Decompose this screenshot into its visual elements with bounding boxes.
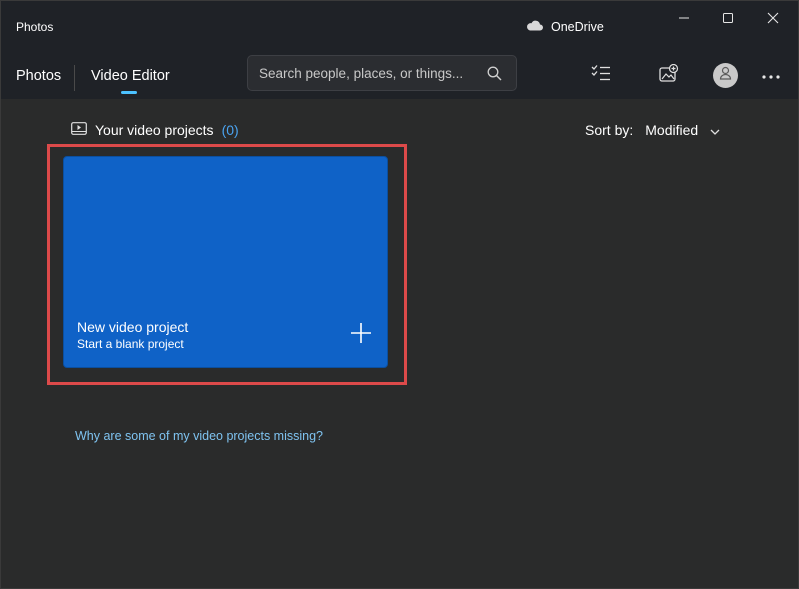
select-checklist-icon bbox=[591, 64, 611, 87]
app-title: Photos bbox=[16, 20, 54, 34]
account-icon bbox=[719, 66, 732, 85]
video-project-icon bbox=[71, 122, 87, 138]
title-bar: Photos OneDrive bbox=[1, 1, 798, 53]
photos-window: Photos OneDrive Photos Video Editor Sear… bbox=[0, 0, 799, 589]
cloud-icon bbox=[526, 20, 543, 34]
new-video-project-tile[interactable]: New video project Start a blank project bbox=[63, 156, 388, 368]
import-button[interactable] bbox=[657, 63, 681, 87]
new-project-subtitle: Start a blank project bbox=[77, 337, 184, 351]
search-box[interactable]: Search people, places, or things... bbox=[247, 55, 517, 91]
nav-bar: Photos Video Editor Search people, place… bbox=[1, 53, 798, 99]
projects-title: Your video projects bbox=[95, 122, 214, 138]
main-content: Your video projects (0) Sort by: Modifie… bbox=[1, 99, 798, 588]
account-button[interactable] bbox=[713, 63, 738, 88]
nav-divider bbox=[74, 65, 75, 91]
missing-projects-link[interactable]: Why are some of my video projects missin… bbox=[75, 429, 323, 443]
projects-count: (0) bbox=[221, 122, 239, 138]
sort-label: Sort by: bbox=[585, 122, 634, 138]
import-icon bbox=[659, 63, 679, 87]
sort-dropdown[interactable]: Sort by: Modified bbox=[585, 122, 720, 138]
maximize-button[interactable] bbox=[705, 7, 751, 33]
onedrive-status[interactable]: OneDrive bbox=[526, 18, 604, 36]
new-project-title: New video project bbox=[77, 319, 189, 335]
chevron-down-icon bbox=[710, 122, 720, 138]
select-button[interactable] bbox=[589, 63, 613, 87]
tab-video-editor[interactable]: Video Editor bbox=[91, 68, 170, 84]
search-icon[interactable] bbox=[487, 66, 502, 86]
tab-photos[interactable]: Photos bbox=[16, 68, 61, 84]
close-icon bbox=[767, 11, 779, 29]
plus-icon bbox=[350, 322, 372, 349]
sort-value[interactable]: Modified bbox=[645, 122, 698, 138]
search-input[interactable]: Search people, places, or things... bbox=[259, 66, 463, 81]
projects-header: Your video projects (0) bbox=[71, 122, 239, 138]
close-button[interactable] bbox=[750, 7, 796, 33]
onedrive-label: OneDrive bbox=[551, 20, 604, 34]
minimize-icon bbox=[678, 11, 690, 29]
more-button[interactable] bbox=[759, 63, 783, 87]
maximize-icon bbox=[722, 11, 734, 29]
selected-tab-indicator bbox=[121, 91, 137, 94]
minimize-button[interactable] bbox=[661, 7, 707, 33]
more-icon bbox=[762, 66, 780, 84]
